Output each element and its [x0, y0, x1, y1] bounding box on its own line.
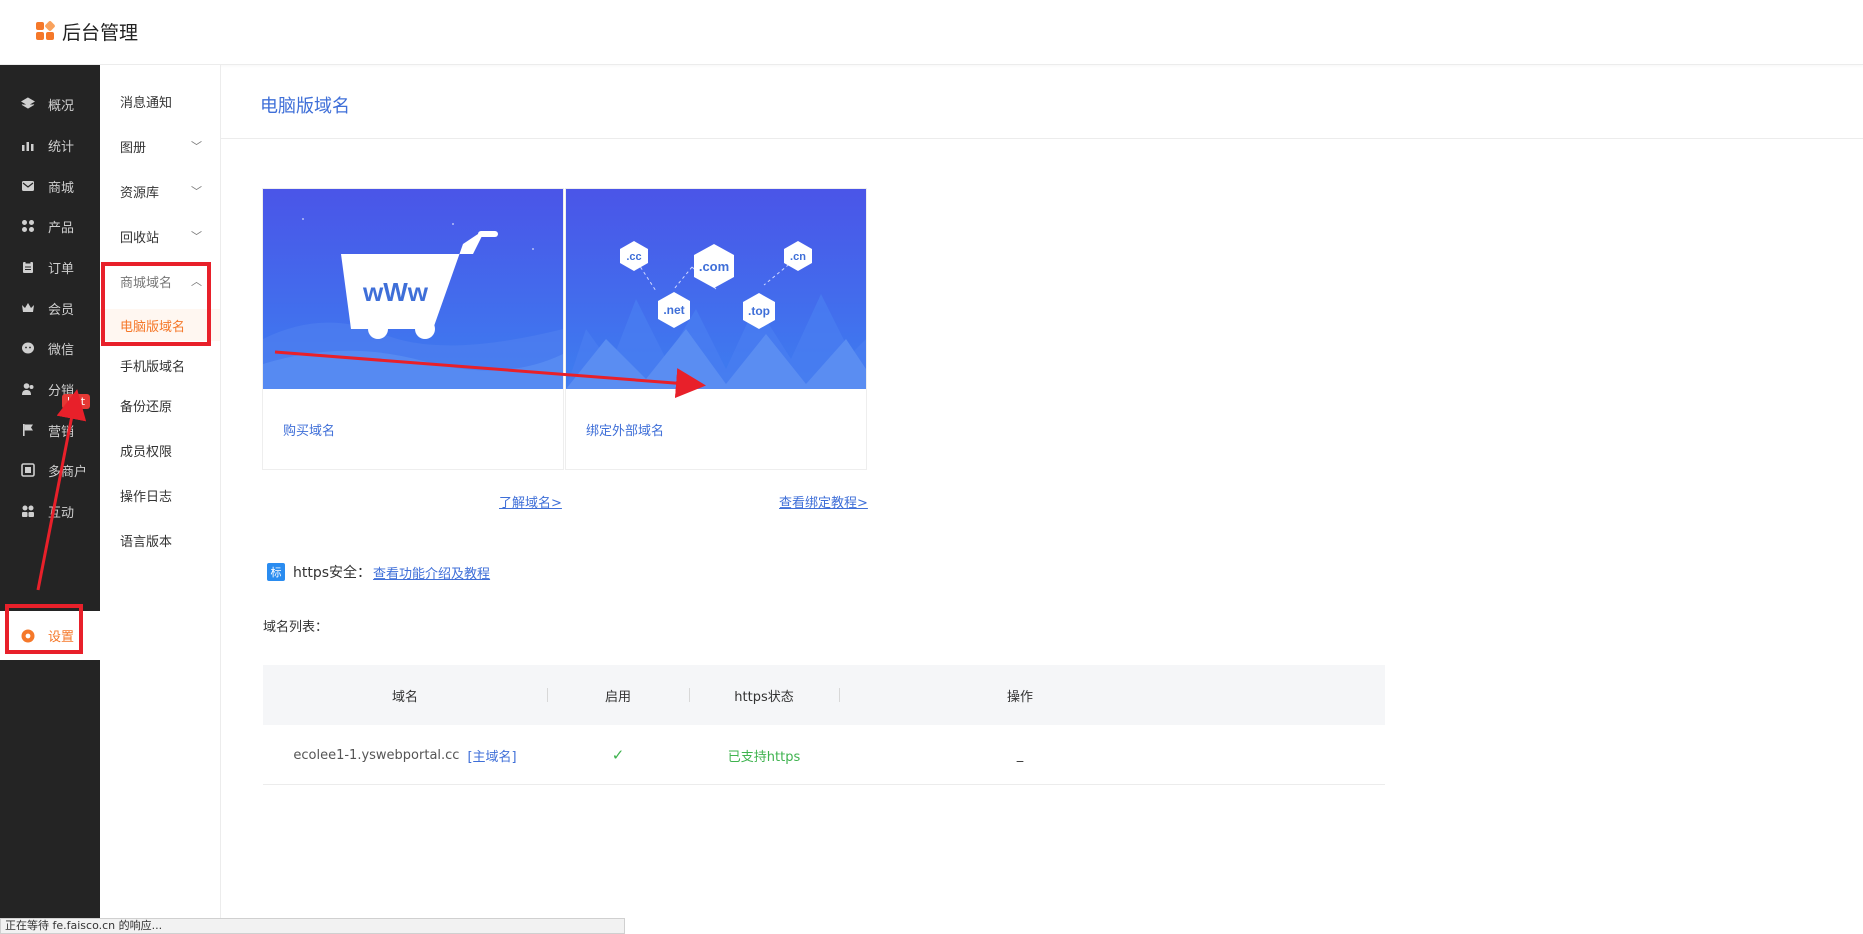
table-header: 域名 启用 https状态 操作 — [263, 665, 1385, 725]
column-header-domain: 域名 — [391, 689, 418, 705]
chart-icon — [20, 137, 36, 153]
https-status: 已支持https — [727, 749, 801, 765]
https-label: https安全： — [293, 565, 372, 581]
https-security-row: 标 https安全： 查看功能介绍及教程 — [267, 562, 490, 582]
subnav-item-recycle[interactable]: 回收站 ﹀ — [100, 220, 220, 252]
nav-label: 多商户 — [48, 464, 88, 480]
cart-illustration: wWw — [263, 189, 563, 389]
annotation-box-mall-domain — [101, 262, 211, 346]
nav-item-wechat[interactable]: 微信 — [0, 328, 100, 368]
table-row: ecolee1-1.yswebportal.cc [主域名] ✓ 已支持http… — [263, 725, 1385, 785]
annotation-box-settings — [5, 604, 83, 654]
nav-item-orders[interactable]: 订单 — [0, 247, 100, 287]
nav-label: 互动 — [48, 505, 75, 521]
subnav-item-oplog[interactable]: 操作日志 — [100, 479, 220, 511]
domains-illustration: .cc .com .cn .net .top — [566, 189, 866, 389]
check-icon: ✓ — [611, 746, 625, 764]
nav-item-multi-merchant[interactable]: 多商户 — [0, 450, 100, 490]
grid-icon — [20, 218, 36, 234]
tld-label: .net — [663, 303, 684, 317]
column-header-https: https状态 — [734, 689, 794, 705]
nav-item-members[interactable]: 会员 — [0, 288, 100, 328]
subnav-item-permissions[interactable]: 成员权限 — [100, 434, 220, 466]
subnav-item-resources[interactable]: 资源库 ﹀ — [100, 175, 220, 207]
https-tutorial-link[interactable]: 查看功能介绍及教程 — [373, 563, 490, 582]
tld-label: .com — [699, 259, 729, 274]
nav-label: 商城 — [48, 180, 75, 196]
crown-icon — [20, 300, 36, 316]
bind-tutorial-link[interactable]: 查看绑定教程> — [779, 492, 868, 511]
top-bar: 后台管理 — [0, 0, 1863, 65]
tld-label: .cc — [626, 251, 641, 263]
nav-item-marketing[interactable]: 营销 — [0, 410, 100, 450]
mail-icon — [20, 178, 36, 194]
card-caption: 绑定外部域名 — [586, 424, 665, 439]
store-icon — [20, 462, 36, 478]
subnav-item-backup[interactable]: 备份还原 — [100, 389, 220, 421]
left-nav: 概况 统计 商城 产品 订单 会员 微信 分销 营销 多商户 互动 设置 — [0, 65, 100, 934]
card-caption: 购买域名 — [283, 424, 336, 439]
hot-badge: hot — [62, 394, 91, 409]
subnav-item-albums[interactable]: 图册 ﹀ — [100, 130, 220, 162]
nav-label: 营销 — [48, 424, 75, 440]
subnav-item-notifications[interactable]: 消息通知 — [100, 85, 220, 117]
card-buy-domain[interactable]: wWw 购买域名 — [262, 188, 564, 470]
standard-badge: 标 — [267, 563, 285, 581]
page-title: 电脑版域名 — [260, 96, 350, 117]
subnav-item-language[interactable]: 语言版本 — [100, 524, 220, 556]
layers-icon — [20, 96, 36, 112]
users-icon — [20, 381, 36, 397]
nav-item-interaction[interactable]: 互动 — [0, 491, 100, 531]
card-bind-domain[interactable]: .cc .com .cn .net .top 绑定外部域名 — [565, 188, 867, 470]
nav-label: 会员 — [48, 302, 75, 318]
chevron-down-icon: ﹀ — [191, 185, 202, 198]
svg-text:wWw: wWw — [362, 277, 429, 307]
chevron-down-icon: ﹀ — [191, 140, 202, 153]
domain-cell: ecolee1-1.yswebportal.cc [主域名] — [263, 725, 547, 785]
wechat-icon — [20, 340, 36, 356]
app-title: 后台管理 — [62, 22, 139, 44]
main-domain-tag: [主域名] — [467, 749, 517, 765]
tld-label: .cn — [790, 251, 806, 263]
nav-label: 统计 — [48, 139, 75, 155]
main-content: 电脑版域名 wWw 购买域名 .cc .com .cn .net .top 绑定… — [221, 65, 1863, 934]
action-cell[interactable]: _ — [839, 725, 1201, 785]
tld-label: .top — [748, 304, 770, 318]
logo-icon — [36, 19, 56, 42]
divider — [221, 138, 1863, 139]
flag-icon — [20, 422, 36, 438]
nav-item-mall[interactable]: 商城 — [0, 166, 100, 206]
nav-label: 产品 — [48, 220, 75, 236]
people-icon — [20, 503, 36, 519]
sub-nav: 消息通知 图册 ﹀ 资源库 ﹀ 回收站 ﹀ 商城域名 ︿ 电脑版域名 手机版域名 备份还… — [100, 65, 221, 934]
nav-label: 概况 — [48, 98, 75, 114]
subnav-item-mobile-domain[interactable]: 手机版域名 — [100, 349, 220, 381]
domain-list-label: 域名列表： — [263, 620, 329, 635]
domain-table: 域名 启用 https状态 操作 ecolee1-1.yswebportal.c… — [263, 665, 1385, 785]
nav-item-overview[interactable]: 概况 — [0, 84, 100, 124]
app-logo[interactable]: 后台管理 — [36, 18, 138, 45]
learn-domain-link[interactable]: 了解域名> — [499, 492, 562, 511]
clipboard-icon — [20, 259, 36, 275]
column-header-enabled: 启用 — [604, 689, 631, 705]
nav-label: 订单 — [48, 261, 75, 277]
chevron-down-icon: ﹀ — [191, 230, 202, 243]
nav-label: 微信 — [48, 342, 75, 358]
browser-status-bar: 正在等待 fe.faisco.cn 的响应... — [0, 918, 625, 934]
domain-name: ecolee1-1.yswebportal.cc — [293, 747, 460, 763]
nav-item-products[interactable]: 产品 — [0, 206, 100, 246]
column-header-actions: 操作 — [1006, 689, 1033, 705]
nav-item-stats[interactable]: 统计 — [0, 125, 100, 165]
